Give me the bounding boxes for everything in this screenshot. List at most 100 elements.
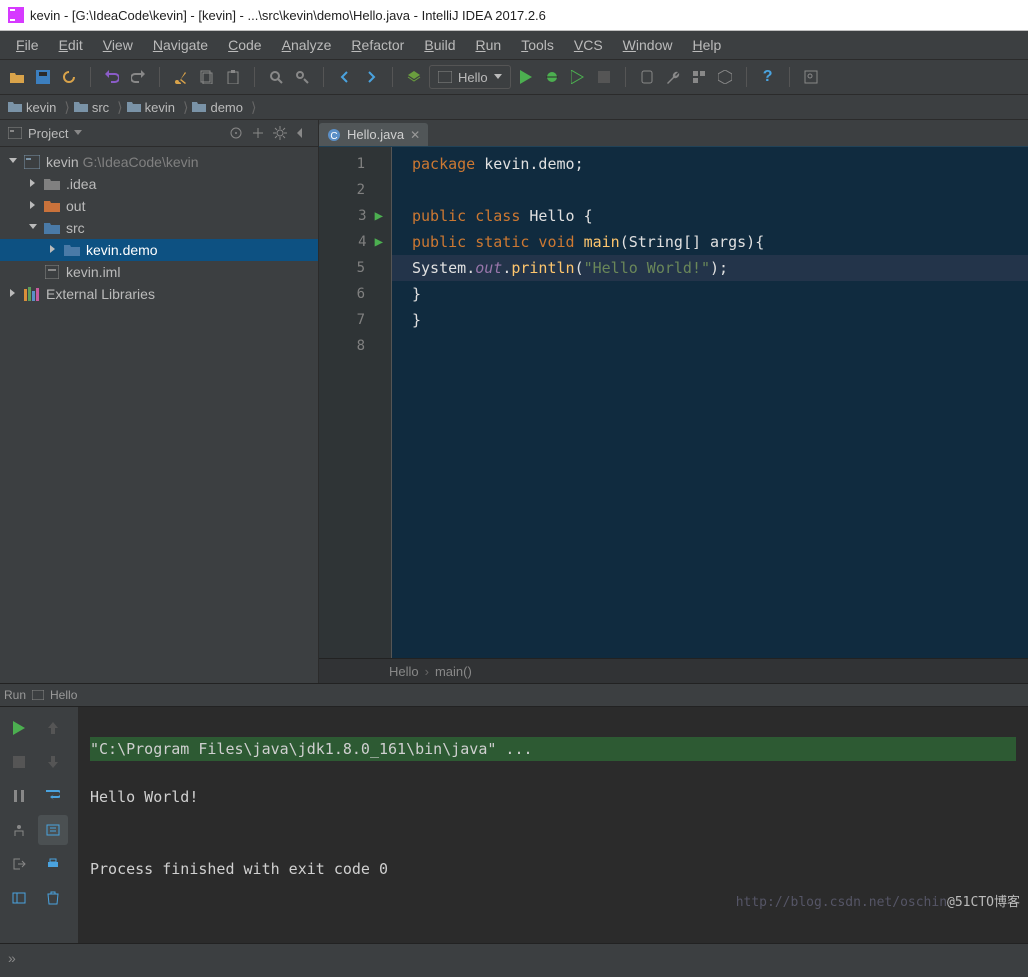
debug-icon[interactable] — [541, 66, 563, 88]
run-gutter-icon[interactable]: ▶ — [375, 229, 383, 255]
expand-arrow-icon[interactable] — [28, 200, 40, 212]
gutter-line[interactable]: 1 — [319, 151, 383, 177]
tree-node[interactable]: kevin.iml — [0, 261, 318, 283]
exit-icon[interactable] — [4, 849, 34, 879]
project-tree[interactable]: kevin G:\IdeaCode\kevin.ideaoutsrckevin.… — [0, 147, 318, 683]
redo-icon[interactable] — [127, 66, 149, 88]
menu-file[interactable]: File — [6, 33, 49, 57]
gutter-line[interactable]: 3▶ — [319, 203, 383, 229]
run-console[interactable]: "C:\Program Files\java\jdk1.8.0_161\bin\… — [78, 707, 1028, 943]
tree-node[interactable]: External Libraries — [0, 283, 318, 305]
down-stacktrace-icon[interactable] — [38, 747, 68, 777]
paste-icon[interactable] — [222, 66, 244, 88]
rerun-icon[interactable] — [4, 713, 34, 743]
replace-icon[interactable] — [291, 66, 313, 88]
layout-icon[interactable] — [4, 883, 34, 913]
code-line[interactable]: System.out.println("Hello World!"); — [392, 255, 1028, 281]
close-icon[interactable]: ✕ — [410, 128, 420, 142]
menu-code[interactable]: Code — [218, 33, 271, 57]
code-line[interactable]: } — [412, 307, 1028, 333]
tree-node[interactable]: .idea — [0, 173, 318, 195]
up-stacktrace-icon[interactable] — [38, 713, 68, 743]
cut-icon[interactable] — [170, 66, 192, 88]
menu-help[interactable]: Help — [682, 33, 731, 57]
menu-view[interactable]: View — [93, 33, 143, 57]
menu-tools[interactable]: Tools — [511, 33, 564, 57]
tree-node[interactable]: out — [0, 195, 318, 217]
breadcrumb-item[interactable]: kevin — [127, 100, 179, 115]
dump-threads-icon[interactable] — [4, 815, 34, 845]
expand-arrow-icon[interactable] — [28, 222, 40, 234]
breadcrumb-item[interactable]: kevin — [8, 100, 60, 115]
menu-edit[interactable]: Edit — [49, 33, 93, 57]
chevron-right-icon[interactable]: » — [8, 950, 16, 966]
tree-node[interactable]: src — [0, 217, 318, 239]
hide-icon[interactable] — [294, 125, 310, 141]
menu-vcs[interactable]: VCS — [564, 33, 613, 57]
gutter-line[interactable]: 5 — [319, 255, 383, 281]
editor-tab-hello[interactable]: C Hello.java ✕ — [319, 123, 428, 146]
avd-icon[interactable] — [636, 66, 658, 88]
gutter-line[interactable]: 8 — [319, 333, 383, 359]
breadcrumb-item[interactable]: demo — [192, 100, 247, 115]
editor-crumb-class[interactable]: Hello — [389, 664, 419, 679]
code-line[interactable] — [412, 333, 1028, 359]
expand-arrow-icon[interactable] — [48, 244, 60, 256]
print-icon[interactable] — [38, 849, 68, 879]
coverage-icon[interactable] — [567, 66, 589, 88]
gutter-line[interactable]: 7 — [319, 307, 383, 333]
gutter-line[interactable]: 2 — [319, 177, 383, 203]
help-icon[interactable]: ? — [757, 66, 779, 88]
back-icon[interactable] — [334, 66, 356, 88]
target-icon[interactable] — [228, 125, 244, 141]
trash-icon[interactable] — [38, 883, 68, 913]
stop-icon[interactable] — [4, 747, 34, 777]
save-all-icon[interactable] — [32, 66, 54, 88]
sdk-icon[interactable] — [714, 66, 736, 88]
tree-node[interactable]: kevin.demo — [0, 239, 318, 261]
editor-crumb-method[interactable]: main() — [435, 664, 472, 679]
code-line[interactable]: public static void main(String[] args){ — [412, 229, 1028, 255]
pause-icon[interactable] — [4, 781, 34, 811]
gear-icon[interactable] — [272, 125, 288, 141]
soft-wrap-icon[interactable] — [38, 781, 68, 811]
menu-refactor[interactable]: Refactor — [341, 33, 414, 57]
code-editor[interactable]: 123▶4▶5678 package kevin.demo; public cl… — [319, 146, 1028, 658]
code-line[interactable]: public class Hello { — [412, 203, 1028, 229]
wrench-icon[interactable] — [662, 66, 684, 88]
menu-window[interactable]: Window — [613, 33, 683, 57]
run-gutter-icon[interactable]: ▶ — [375, 203, 383, 229]
stop-icon[interactable] — [593, 66, 615, 88]
menu-analyze[interactable]: Analyze — [272, 33, 342, 57]
code-content[interactable]: package kevin.demo; public class Hello {… — [392, 147, 1028, 658]
undo-icon[interactable] — [101, 66, 123, 88]
chevron-down-icon[interactable] — [74, 130, 82, 136]
sync-icon[interactable] — [58, 66, 80, 88]
open-icon[interactable] — [6, 66, 28, 88]
scroll-to-end-icon[interactable] — [38, 815, 68, 845]
build-icon[interactable] — [403, 66, 425, 88]
run-header-config[interactable]: Hello — [50, 688, 77, 702]
code-line[interactable]: } — [412, 281, 1028, 307]
copy-icon[interactable] — [196, 66, 218, 88]
structure-icon[interactable] — [688, 66, 710, 88]
menu-navigate[interactable]: Navigate — [143, 33, 218, 57]
code-line[interactable] — [412, 177, 1028, 203]
run-config-selector[interactable]: Hello — [429, 65, 511, 89]
gutter-line[interactable]: 6 — [319, 281, 383, 307]
expand-arrow-icon[interactable] — [8, 288, 20, 300]
expand-arrow-icon[interactable] — [28, 178, 40, 190]
expand-arrow-icon[interactable] — [28, 266, 40, 278]
run-header-label[interactable]: Run — [4, 688, 26, 702]
forward-icon[interactable] — [360, 66, 382, 88]
collapse-all-icon[interactable] — [250, 125, 266, 141]
editor-gutter[interactable]: 123▶4▶5678 — [319, 147, 392, 658]
menu-build[interactable]: Build — [414, 33, 465, 57]
search-everywhere-icon[interactable] — [800, 66, 822, 88]
expand-arrow-icon[interactable] — [8, 156, 20, 168]
code-line[interactable]: package kevin.demo; — [412, 151, 1028, 177]
gutter-line[interactable]: 4▶ — [319, 229, 383, 255]
breadcrumb-item[interactable]: src — [74, 100, 113, 115]
menu-run[interactable]: Run — [465, 33, 511, 57]
tree-node[interactable]: kevin G:\IdeaCode\kevin — [0, 151, 318, 173]
